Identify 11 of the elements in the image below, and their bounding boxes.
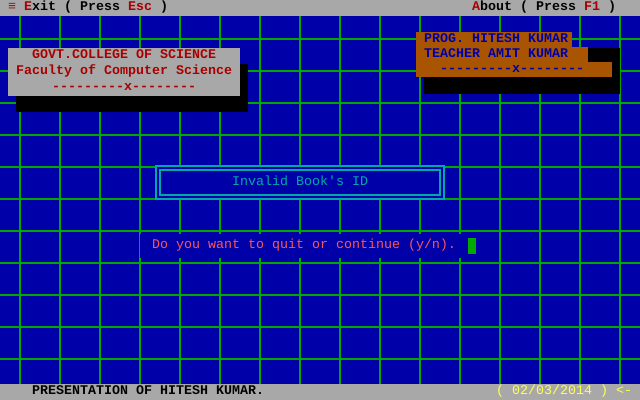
- menu-item[interactable]: About ( Press F1 ): [472, 0, 616, 16]
- status-text: PRESENTATION OF HITESH KUMAR.: [32, 384, 264, 400]
- credits-text: TEACHER AMIT KUMAR: [416, 47, 588, 62]
- menu-item[interactable]: ≡ Exit ( Press Esc ): [8, 0, 168, 16]
- college-text: Faculty of Computer Science: [16, 64, 232, 80]
- dialog-message: Invalid Book's ID: [232, 174, 368, 190]
- prompt-text: Do you want to quit or continue (y/n).: [152, 238, 456, 254]
- divider-line: ---------x--------: [52, 80, 196, 96]
- college-text: GOVT.COLLEGE OF SCIENCE: [32, 48, 216, 64]
- status-date: ( 02/03/2014 ) <-: [496, 384, 632, 400]
- credits-text: PROG. HITESH KUMAR: [416, 32, 572, 47]
